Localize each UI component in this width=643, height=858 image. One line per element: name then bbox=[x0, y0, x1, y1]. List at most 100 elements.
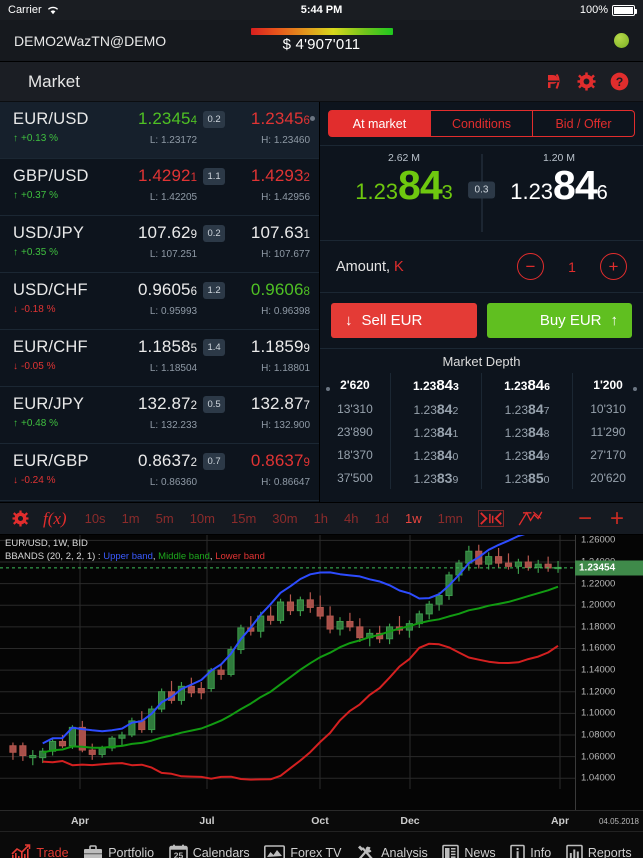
tab-analysis[interactable]: Analysis bbox=[356, 844, 428, 858]
day-low-label: L: 1.42205 bbox=[118, 192, 197, 203]
ask-quote[interactable]: 1.23456H: 1.23460 bbox=[231, 108, 310, 146]
battery-percent-label: 100% bbox=[580, 4, 608, 16]
instrument-row[interactable]: GBP/JPY↑+0.72 %153.828L: 152.6751.3153.8… bbox=[0, 501, 319, 502]
sell-price-pips: 84 bbox=[398, 162, 442, 208]
timeframe-1d[interactable]: 1d bbox=[367, 511, 397, 526]
ask-quote[interactable]: 107.631H: 107.677 bbox=[231, 222, 310, 260]
trade-mode-tab[interactable]: Bid / Offer bbox=[533, 110, 635, 137]
change-percent: +0.37 % bbox=[21, 190, 58, 201]
instrument-change: ↑+0.35 % bbox=[13, 247, 118, 258]
bid-quote[interactable]: 0.96056L: 0.95993 bbox=[118, 279, 197, 317]
timeframe-4h[interactable]: 4h bbox=[336, 511, 366, 526]
market-depth-row: 37'5001.238391.2385020'620 bbox=[320, 466, 643, 489]
bottom-tab-bar[interactable]: Trade Portfolio 25Calendars Forex TV Analysi… bbox=[0, 831, 643, 858]
timeframe-10s[interactable]: 10s bbox=[77, 511, 114, 526]
drawing-tools-icon[interactable] bbox=[518, 510, 543, 527]
chart-zoom-in-button[interactable]: + bbox=[601, 507, 633, 531]
change-percent: +0.13 % bbox=[21, 133, 58, 144]
middle-band-legend: Middle band bbox=[158, 551, 210, 562]
day-high-label: H: 1.18801 bbox=[231, 363, 310, 374]
amount-increment-button[interactable]: + bbox=[600, 253, 627, 280]
time-axis-tick: Oct bbox=[311, 815, 329, 827]
bid-quote[interactable]: 1.42921L: 1.42205 bbox=[118, 165, 197, 203]
ask-quote[interactable]: 0.96068H: 0.96398 bbox=[231, 279, 310, 317]
amount-value[interactable]: 1 bbox=[564, 259, 580, 275]
timeframe-1mn[interactable]: 1mn bbox=[430, 511, 471, 526]
instrument-row[interactable]: EUR/JPY↑+0.48 %132.872L: 132.2330.5132.8… bbox=[0, 387, 319, 444]
instrument-row[interactable]: EUR/GBP↓-0.24 %0.86372L: 0.863600.70.863… bbox=[0, 444, 319, 501]
ask-quote[interactable]: 0.86379H: 0.86647 bbox=[231, 450, 310, 488]
instrument-change: ↑+0.37 % bbox=[13, 190, 118, 201]
bid-quote[interactable]: 1.23454L: 1.23172 bbox=[118, 108, 197, 146]
bid-quote[interactable]: 107.629L: 107.251 bbox=[118, 222, 197, 260]
chart-legend: EUR/USD, 1W, BID BBANDS (20, 2, 2, 1) : … bbox=[5, 537, 265, 563]
instrument-info: USD/CHF↓-0.18 % bbox=[13, 279, 118, 315]
trade-mode-tabs[interactable]: At marketConditionsBid / Offer bbox=[320, 102, 643, 137]
market-depth-table: 2'6201.238431.238461'20013'3101.238421.2… bbox=[320, 373, 643, 489]
instrument-row[interactable]: USD/CHF↓-0.18 %0.96056L: 0.959931.20.960… bbox=[0, 273, 319, 330]
ask-quote[interactable]: 1.42932H: 1.42956 bbox=[231, 165, 310, 203]
tab-news[interactable]: News bbox=[442, 844, 495, 858]
amount-label-text: Amount, bbox=[336, 259, 394, 275]
info-icon bbox=[510, 844, 525, 858]
market-depth-left-dot bbox=[326, 387, 330, 391]
tab-reports[interactable]: Reports bbox=[566, 844, 632, 858]
timeframe-1h[interactable]: 1h bbox=[306, 511, 336, 526]
timeframe-5m[interactable]: 5m bbox=[148, 511, 182, 526]
ask-quote[interactable]: 132.877H: 132.900 bbox=[231, 393, 310, 431]
timeframe-30m[interactable]: 30m bbox=[264, 511, 305, 526]
tab-trade[interactable]: Trade bbox=[11, 844, 68, 858]
ask-quote[interactable]: 1.18599H: 1.18801 bbox=[231, 336, 310, 374]
instrument-row[interactable]: USD/JPY↑+0.35 %107.629L: 107.2510.2107.6… bbox=[0, 216, 319, 273]
ask-price: 132.877 bbox=[231, 394, 310, 416]
change-percent: +0.48 % bbox=[21, 418, 58, 429]
change-arrow-icon: ↑ bbox=[13, 134, 18, 144]
bid-quote[interactable]: 0.86372L: 0.86360 bbox=[118, 450, 197, 488]
price-chart[interactable]: EUR/USD, 1W, BID BBANDS (20, 2, 2, 1) : … bbox=[0, 535, 643, 810]
tab-info[interactable]: Info bbox=[510, 844, 551, 858]
depth-bid-volume: 37'500 bbox=[320, 466, 390, 489]
tab-calendars[interactable]: 25Calendars bbox=[169, 844, 250, 858]
change-percent: -0.18 % bbox=[21, 304, 55, 315]
fit-screen-icon[interactable] bbox=[478, 510, 504, 527]
instrument-row[interactable]: GBP/USD↑+0.37 %1.42921L: 1.422051.11.429… bbox=[0, 159, 319, 216]
amount-decrement-button[interactable]: − bbox=[517, 253, 544, 280]
indicator-fx-icon[interactable]: f(x) bbox=[43, 509, 67, 529]
tab-forex-tv[interactable]: Forex TV bbox=[264, 844, 341, 858]
status-bar-right: 100% bbox=[580, 4, 635, 16]
trade-mode-tab[interactable]: Conditions bbox=[431, 110, 533, 137]
timeframe-10m[interactable]: 10m bbox=[182, 511, 223, 526]
depth-bid-price: 1.23843 bbox=[390, 373, 481, 397]
account-bar: DEMO2WazTN@DEMO $ 4'907'011 bbox=[0, 20, 643, 62]
depth-ask-volume: 20'620 bbox=[573, 466, 643, 489]
day-high-label: H: 0.86647 bbox=[231, 477, 310, 488]
instrument-list[interactable]: EUR/USD↑+0.13 %1.23454L: 1.231720.21.234… bbox=[0, 102, 320, 502]
trade-mode-tab[interactable]: At market bbox=[328, 110, 431, 137]
depth-ask-price: 1.23846 bbox=[481, 373, 572, 397]
ask-price: 107.631 bbox=[231, 223, 310, 245]
logo-icon[interactable] bbox=[544, 72, 563, 91]
tab-portfolio[interactable]: Portfolio bbox=[83, 844, 154, 858]
timeframe-buttons[interactable]: 10s1m5m10m15m30m1h4h1d1w1mn bbox=[77, 511, 471, 526]
chart-settings-gear-icon[interactable] bbox=[12, 510, 29, 527]
instrument-row[interactable]: EUR/USD↑+0.13 %1.23454L: 1.231720.21.234… bbox=[0, 102, 319, 159]
buy-quote[interactable]: 1.20 M 1.23846 bbox=[495, 152, 623, 206]
bid-quote[interactable]: 1.18585L: 1.18504 bbox=[118, 336, 197, 374]
day-low-label: L: 0.95993 bbox=[118, 306, 197, 317]
sell-quote[interactable]: 2.62 M 1.23843 bbox=[340, 152, 468, 206]
timeframe-1w[interactable]: 1w bbox=[397, 511, 430, 526]
buy-button[interactable]: Buy EUR ↑ bbox=[487, 303, 633, 338]
spread-badge: 0.5 bbox=[203, 396, 225, 413]
timeframe-15m[interactable]: 15m bbox=[223, 511, 264, 526]
bid-quote[interactable]: 132.872L: 132.233 bbox=[118, 393, 197, 431]
chart-zoom-out-button[interactable]: − bbox=[569, 507, 601, 531]
depth-ask-volume: 1'200 bbox=[573, 373, 643, 397]
help-icon[interactable]: ? bbox=[610, 72, 629, 91]
buy-price-major: 1.23 bbox=[510, 179, 553, 204]
timeframe-1m[interactable]: 1m bbox=[114, 511, 148, 526]
depth-bid-volume: 18'370 bbox=[320, 443, 390, 466]
sell-button[interactable]: ↓ Sell EUR bbox=[331, 303, 477, 338]
instrument-symbol: USD/CHF bbox=[13, 280, 118, 300]
gear-icon[interactable] bbox=[577, 72, 596, 91]
instrument-row[interactable]: EUR/CHF↓-0.05 %1.18585L: 1.185041.41.185… bbox=[0, 330, 319, 387]
